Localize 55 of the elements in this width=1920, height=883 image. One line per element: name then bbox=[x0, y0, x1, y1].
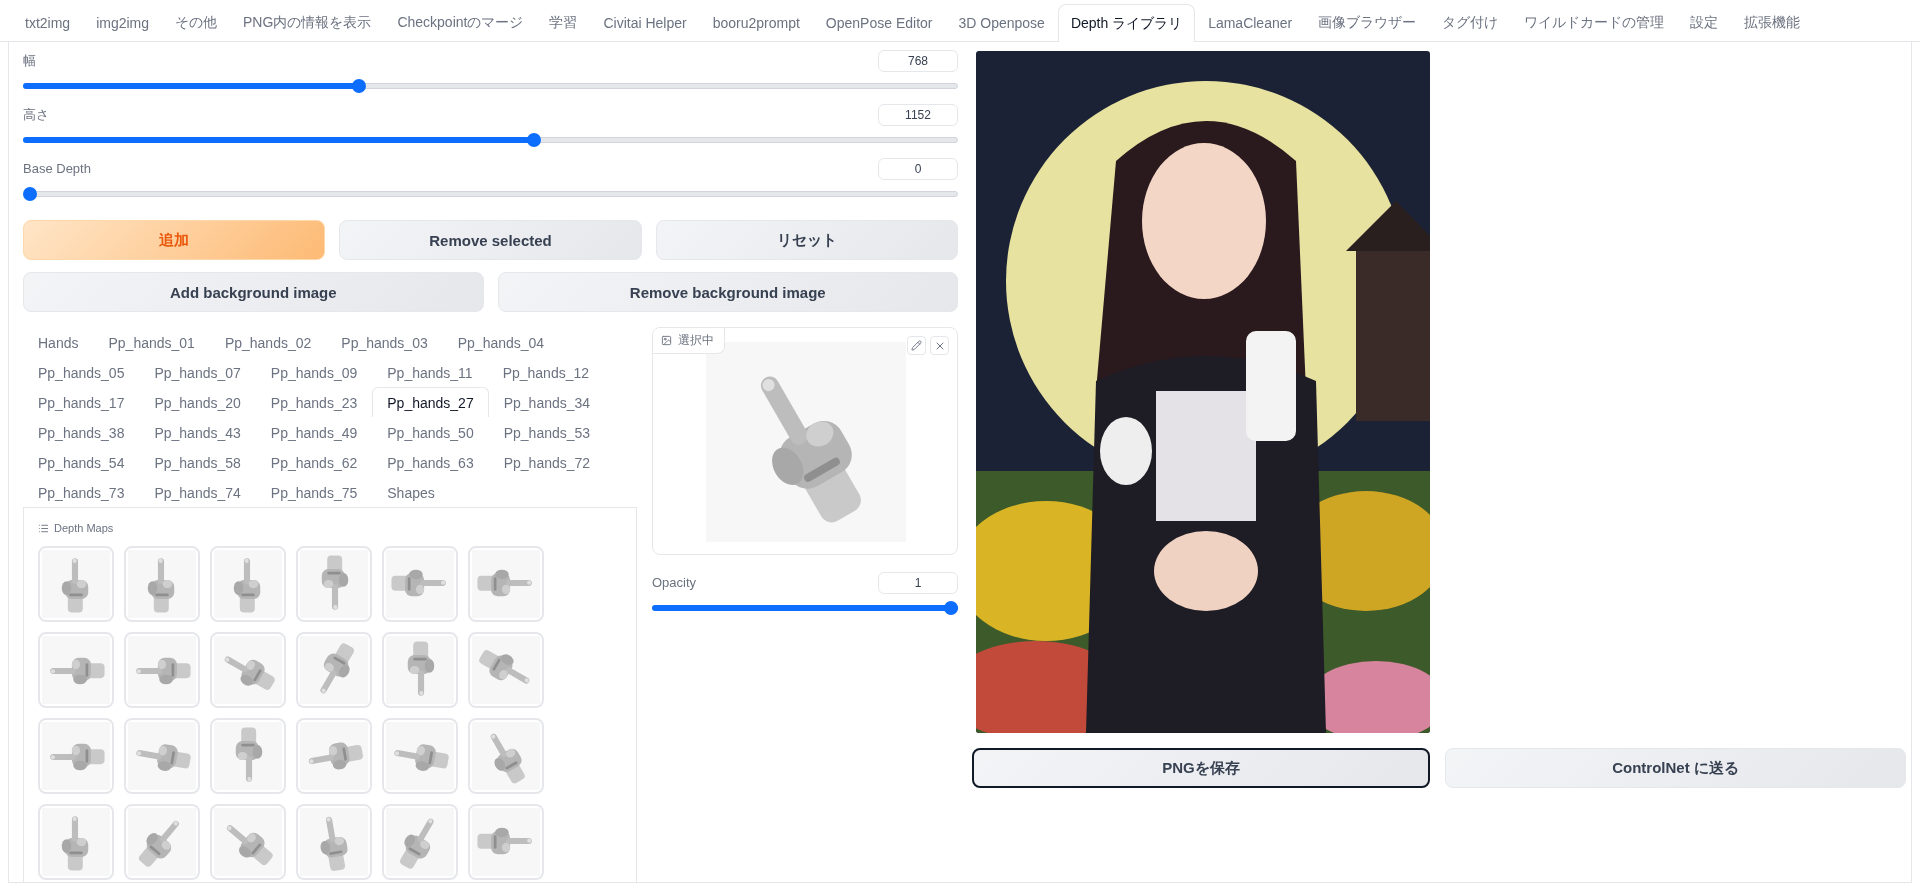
image-label-text: 選択中 bbox=[678, 332, 714, 349]
button[interactable]: リセット bbox=[655, 220, 958, 260]
tab[interactable]: Depth ライブラリ bbox=[1057, 4, 1196, 42]
depth-map-thumbnail[interactable] bbox=[38, 718, 114, 794]
library-tab[interactable]: Pp_hands_27 bbox=[372, 387, 489, 417]
close-button[interactable] bbox=[930, 336, 949, 355]
image-icon bbox=[661, 335, 672, 346]
depth-map-thumbnail[interactable] bbox=[382, 804, 458, 880]
depth-map-thumbnail[interactable] bbox=[210, 718, 286, 794]
button[interactable]: Remove background image bbox=[497, 272, 958, 312]
depth-map-thumbnail[interactable] bbox=[210, 632, 286, 708]
slider-thumb[interactable] bbox=[526, 133, 541, 147]
depth-map-thumbnail[interactable] bbox=[124, 632, 200, 708]
depth-map-thumbnail[interactable] bbox=[38, 804, 114, 880]
depth-map-thumbnail[interactable] bbox=[296, 546, 372, 622]
depth-map-thumbnail[interactable] bbox=[210, 546, 286, 622]
depth-map-thumbnail[interactable] bbox=[296, 718, 372, 794]
number-field[interactable]: 0 bbox=[878, 157, 958, 180]
slider-label: Opacity bbox=[652, 575, 697, 590]
depth-map-thumbnail[interactable] bbox=[124, 804, 200, 880]
pencil-icon bbox=[911, 340, 922, 351]
depth-map-thumbnail[interactable] bbox=[124, 718, 200, 794]
slider[interactable] bbox=[652, 600, 958, 616]
gallery-label: Depth Maps bbox=[54, 522, 114, 534]
depth-map-thumbnail[interactable] bbox=[468, 804, 544, 880]
slider-thumb[interactable] bbox=[944, 601, 958, 615]
depth-map-thumbnail[interactable] bbox=[382, 546, 458, 622]
depth-map-thumbnail[interactable] bbox=[468, 632, 544, 708]
button[interactable]: PNGを保存 bbox=[972, 748, 1430, 788]
button[interactable]: Remove selected bbox=[339, 220, 642, 260]
slider[interactable] bbox=[23, 78, 958, 94]
number-field[interactable]: 1152 bbox=[878, 103, 958, 126]
depth-map-thumbnail[interactable] bbox=[38, 546, 114, 622]
slider-thumb[interactable] bbox=[351, 79, 366, 93]
slider-thumb[interactable] bbox=[23, 187, 37, 201]
number-field[interactable]: 1 bbox=[878, 571, 958, 594]
number-field[interactable]: 768 bbox=[878, 49, 958, 72]
slider[interactable] bbox=[23, 186, 958, 202]
depth-map-thumbnail[interactable] bbox=[296, 804, 372, 880]
depth-map-thumbnail[interactable] bbox=[468, 546, 544, 622]
slider-label: Base Depth bbox=[23, 161, 91, 176]
list-icon bbox=[38, 522, 49, 534]
slider-label: 幅 bbox=[23, 51, 36, 70]
button[interactable]: ControlNet に送る bbox=[1445, 748, 1906, 788]
depth-map-thumbnail[interactable] bbox=[468, 718, 544, 794]
depth-map-thumbnail[interactable] bbox=[210, 804, 286, 880]
button[interactable]: Add background image bbox=[23, 272, 484, 312]
depth-map-thumbnail[interactable] bbox=[382, 718, 458, 794]
depth-map-thumbnail[interactable] bbox=[382, 632, 458, 708]
slider[interactable] bbox=[23, 132, 958, 148]
depth-map-thumbnail[interactable] bbox=[296, 632, 372, 708]
depth-map-thumbnail[interactable] bbox=[38, 632, 114, 708]
slider-label: 高さ bbox=[23, 105, 49, 124]
edit-button[interactable] bbox=[907, 336, 926, 355]
depth-map-thumbnail[interactable] bbox=[124, 546, 200, 622]
